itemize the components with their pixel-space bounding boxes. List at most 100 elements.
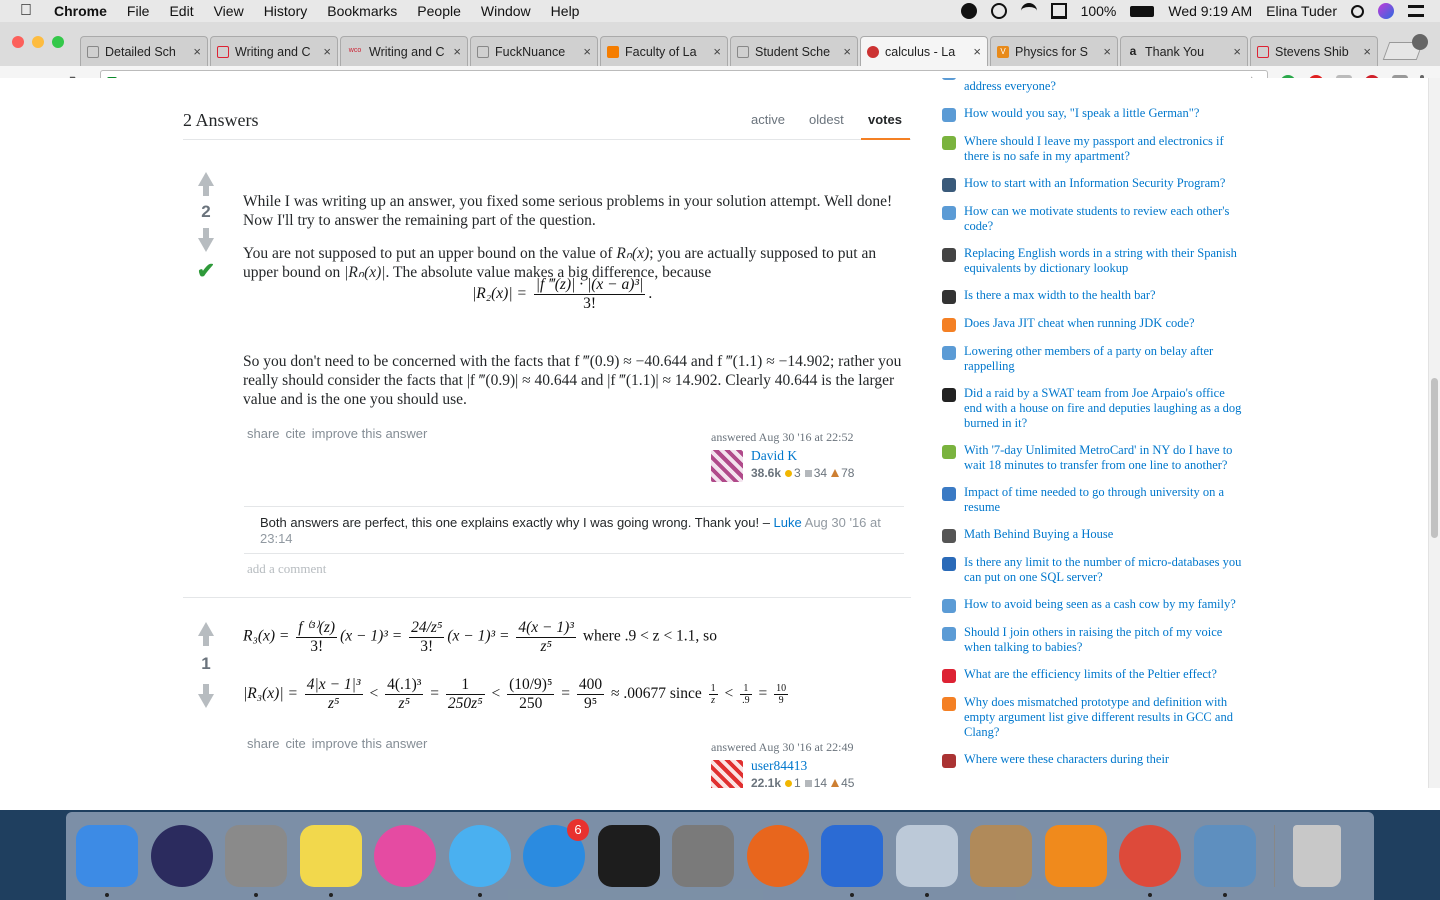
hnq-item[interactable]: Replacing English words in a string with…	[942, 246, 1242, 276]
hnq-item[interactable]: Why does mismatched prototype and defini…	[942, 695, 1242, 740]
close-tab-icon[interactable]: ×	[713, 44, 721, 59]
menu-help[interactable]: Help	[551, 3, 580, 19]
upvote-arrow-icon[interactable]	[183, 622, 229, 646]
hnq-item[interactable]: Where should I leave my passport and ele…	[942, 134, 1242, 164]
hnq-link[interactable]: Where should I leave my passport and ele…	[964, 134, 1242, 164]
downvote-arrow-icon[interactable]	[183, 684, 229, 708]
hnq-link[interactable]: Where were these characters during their	[964, 752, 1169, 767]
do-not-disturb-icon[interactable]	[960, 3, 977, 19]
menu-app-name[interactable]: Chrome	[54, 3, 107, 19]
tab-3[interactable]: wco Writing and C ×	[340, 36, 468, 66]
vlc-icon[interactable]	[1044, 825, 1107, 887]
hnq-link[interactable]: Did a raid by a SWAT team from Joe Arpai…	[964, 386, 1242, 431]
hnq-item[interactable]: How can we motivate students to review e…	[942, 204, 1242, 234]
tab-4[interactable]: FuckNuance ×	[470, 36, 598, 66]
user-name-link[interactable]: David K	[751, 448, 797, 464]
itunes-icon[interactable]	[374, 825, 436, 887]
menu-user[interactable]: Elina Tuder	[1266, 3, 1337, 19]
hnq-link[interactable]: Is there a max width to the health bar?	[964, 288, 1156, 303]
close-tab-icon[interactable]: ×	[1103, 44, 1111, 59]
menu-bookmarks[interactable]: Bookmarks	[327, 3, 397, 19]
activity-monitor-icon[interactable]	[597, 825, 660, 887]
app-store-icon[interactable]: 6	[523, 819, 589, 887]
notification-center-icon[interactable]	[1408, 5, 1424, 17]
hnq-item[interactable]: What are the efficiency limits of the Pe…	[942, 667, 1242, 683]
hnq-link[interactable]: How would you say, "I speak a little Ger…	[964, 106, 1199, 121]
share-link[interactable]: share	[247, 426, 280, 441]
hnq-link[interactable]: How to avoid being seen as a cash cow by…	[964, 597, 1236, 612]
tab-10[interactable]: Stevens Shib ×	[1250, 36, 1378, 66]
page-scrollbar[interactable]	[1428, 78, 1440, 788]
tab-6[interactable]: Student Sche ×	[730, 36, 858, 66]
hnq-item[interactable]: How to avoid being seen as a cash cow by…	[942, 597, 1242, 613]
hnq-item[interactable]: Did a raid by a SWAT team from Joe Arpai…	[942, 386, 1242, 431]
contacts-icon[interactable]	[970, 825, 1032, 887]
airplay-icon[interactable]	[1050, 3, 1067, 19]
close-tab-icon[interactable]: ×	[323, 44, 331, 59]
close-window-button[interactable]	[12, 36, 24, 48]
menu-window[interactable]: Window	[481, 3, 531, 19]
close-tab-icon[interactable]: ×	[583, 44, 591, 59]
menu-people[interactable]: People	[417, 3, 461, 19]
chrome-icon[interactable]	[1119, 825, 1181, 897]
avatar[interactable]	[711, 760, 743, 788]
tab-5[interactable]: Faculty of La ×	[600, 36, 728, 66]
hnq-link[interactable]: How can we motivate students to review e…	[964, 204, 1242, 234]
mail-stamp-icon[interactable]	[895, 825, 958, 897]
tab-8[interactable]: V Physics for S ×	[990, 36, 1118, 66]
hnq-link[interactable]: Lowering other members of a party on bel…	[964, 344, 1242, 374]
siri-icon[interactable]	[150, 825, 213, 887]
zoom-window-button[interactable]	[52, 36, 64, 48]
hnq-link[interactable]: In an online conversation, is it okay to…	[964, 78, 1242, 94]
calculator-icon[interactable]	[225, 825, 287, 897]
sort-tab-active[interactable]: active	[751, 112, 785, 127]
hnq-item[interactable]: How would you say, "I speak a little Ger…	[942, 106, 1242, 122]
hnq-item[interactable]: Where were these characters during their	[942, 752, 1242, 768]
hnq-item[interactable]: Does Java JIT cheat when running JDK cod…	[942, 316, 1242, 332]
menu-file[interactable]: File	[127, 3, 150, 19]
close-tab-icon[interactable]: ×	[1233, 44, 1241, 59]
sort-tab-oldest[interactable]: oldest	[809, 112, 844, 127]
close-tab-icon[interactable]: ×	[973, 44, 981, 59]
system-preferences-icon[interactable]	[672, 825, 734, 887]
hnq-link[interactable]: What are the efficiency limits of the Pe…	[964, 667, 1217, 682]
messages-icon[interactable]	[448, 825, 511, 897]
hnq-link[interactable]: Should I join others in raising the pitc…	[964, 625, 1242, 655]
hnq-link[interactable]: Why does mismatched prototype and defini…	[964, 695, 1242, 740]
hnq-item[interactable]: Math Behind Buying a House	[942, 527, 1242, 543]
tab-1[interactable]: Detailed Sch ×	[80, 36, 208, 66]
close-tab-icon[interactable]: ×	[1363, 44, 1371, 59]
hnq-link[interactable]: Is there any limit to the number of micr…	[964, 555, 1242, 585]
hnq-link[interactable]: Replacing English words in a string with…	[964, 246, 1242, 276]
user-name-link[interactable]: user84413	[751, 758, 807, 774]
downvote-arrow-icon[interactable]	[183, 228, 229, 252]
improve-answer-link[interactable]: improve this answer	[312, 426, 428, 441]
comment-user-link[interactable]: Luke	[774, 515, 802, 530]
hnq-link[interactable]: Math Behind Buying a House	[964, 527, 1113, 542]
battery-icon[interactable]	[1130, 5, 1155, 17]
cite-link[interactable]: cite	[286, 736, 306, 751]
hnq-item[interactable]: Lowering other members of a party on bel…	[942, 344, 1242, 374]
siri-menu-icon[interactable]	[1378, 3, 1394, 19]
hnq-item[interactable]: How to start with an Information Securit…	[942, 176, 1242, 192]
close-tab-icon[interactable]: ×	[843, 44, 851, 59]
apple-menu-icon[interactable]: 	[20, 2, 38, 20]
hnq-item[interactable]: Should I join others in raising the pitc…	[942, 625, 1242, 655]
hnq-link[interactable]: Impact of time needed to go through univ…	[964, 485, 1242, 515]
wifi-icon[interactable]	[1020, 3, 1037, 19]
menu-view[interactable]: View	[214, 3, 244, 19]
trash-icon[interactable]	[1293, 825, 1341, 887]
improve-answer-link[interactable]: improve this answer	[312, 736, 428, 751]
hnq-item[interactable]: Is there a max width to the health bar?	[942, 288, 1242, 304]
scrollbar-thumb[interactable]	[1431, 378, 1438, 538]
tab-9[interactable]: a Thank You ×	[1120, 36, 1248, 66]
avatar[interactable]	[711, 450, 743, 482]
minimize-window-button[interactable]	[32, 36, 44, 48]
preview-icon[interactable]	[1193, 825, 1256, 897]
time-machine-icon[interactable]	[990, 3, 1007, 19]
hnq-link[interactable]: With '7-day Unlimited MetroCard' in NY d…	[964, 443, 1242, 473]
hnq-item[interactable]: With '7-day Unlimited MetroCard' in NY d…	[942, 443, 1242, 473]
hnq-item[interactable]: In an online conversation, is it okay to…	[942, 78, 1242, 94]
word-icon[interactable]	[821, 825, 883, 897]
menu-history[interactable]: History	[264, 3, 308, 19]
